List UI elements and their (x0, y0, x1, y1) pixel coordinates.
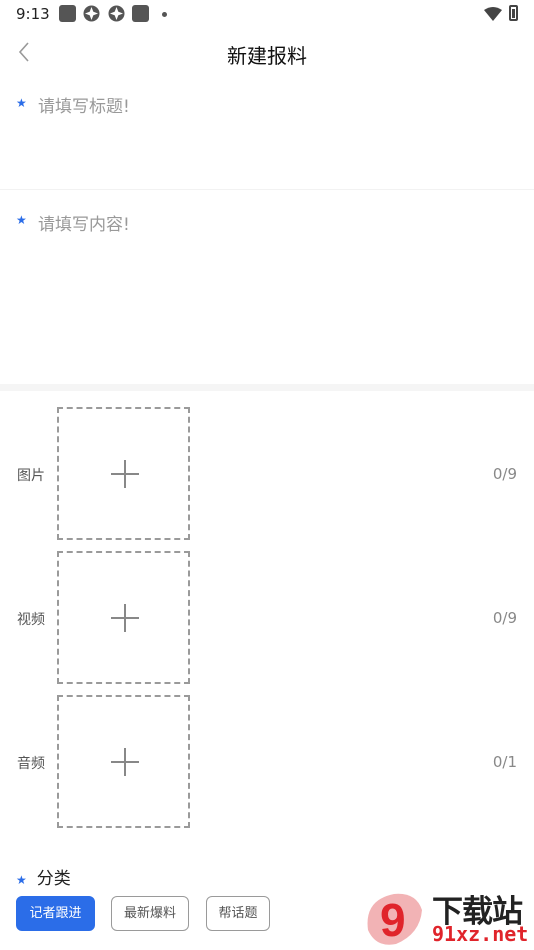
image-count: 0/9 (492, 465, 517, 483)
category-option-help-topic[interactable]: 帮话题 (206, 896, 270, 931)
nav-bar: 新建报料 (0, 28, 534, 76)
image-upload-row: 图片 0/9 (0, 407, 534, 541)
category-heading: ★ 分类 (16, 864, 71, 889)
content-field: ★ (0, 191, 534, 383)
more-notifications-dot-icon (162, 12, 167, 17)
battery-icon (509, 5, 518, 21)
notification-app-icon (132, 5, 149, 22)
title-input[interactable] (38, 94, 508, 120)
audio-count: 0/1 (492, 753, 517, 771)
required-star-icon: ★ (16, 873, 27, 887)
category-option-reporter-follow[interactable]: 记者跟进 (16, 896, 95, 931)
audio-upload-row: 音频 0/1 (0, 695, 534, 829)
site-watermark: 9 下载站 91xz.net (362, 886, 534, 950)
video-count: 0/9 (492, 609, 517, 627)
plus-icon (124, 748, 126, 776)
media-label: 图片 (17, 468, 45, 484)
media-label: 音频 (17, 756, 45, 772)
required-star-icon: ★ (16, 213, 27, 227)
page-title: 新建报料 (227, 44, 307, 68)
notification-app-icon (59, 5, 76, 22)
category-option-latest-tips[interactable]: 最新爆料 (111, 896, 189, 931)
wifi-icon (484, 6, 502, 25)
watermark-logo-icon: 9 (367, 893, 422, 946)
image-upload-button[interactable] (57, 407, 190, 540)
plus-icon (124, 460, 126, 488)
status-bar: 9:13 (0, 0, 534, 28)
aperture-icon (83, 5, 100, 22)
aperture-icon (108, 5, 125, 22)
watermark-logo-glyph: 9 (380, 894, 406, 946)
title-field: ★ (0, 86, 534, 190)
section-divider (0, 384, 534, 391)
video-upload-button[interactable] (57, 551, 190, 684)
category-title: 分类 (36, 869, 71, 889)
status-time: 9:13 (16, 5, 50, 23)
media-label: 视频 (17, 612, 45, 628)
content-textarea[interactable] (38, 210, 508, 370)
required-star-icon: ★ (16, 96, 27, 110)
audio-upload-button[interactable] (57, 695, 190, 828)
video-upload-row: 视频 0/9 (0, 551, 534, 685)
watermark-domain: 91xz.net (432, 922, 529, 946)
plus-icon (124, 604, 126, 632)
